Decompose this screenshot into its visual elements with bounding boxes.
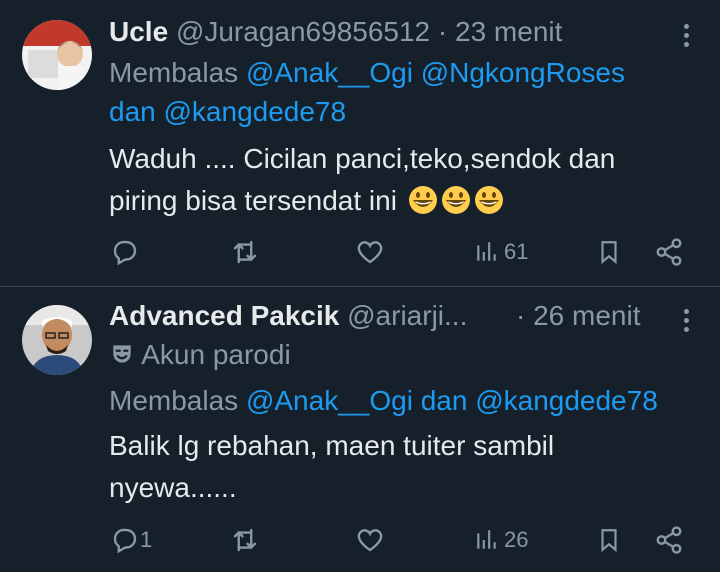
mention-link[interactable]: @kangdede78 <box>164 96 347 127</box>
mention-link[interactable]: @kangdede78 <box>475 385 658 416</box>
retweet-icon <box>233 528 257 552</box>
like-button[interactable] <box>355 232 385 272</box>
share-button[interactable] <box>654 232 684 272</box>
user-handle[interactable]: @ariarji... <box>347 300 467 331</box>
heart-icon <box>357 241 383 264</box>
reply-button[interactable] <box>110 232 144 272</box>
avatar[interactable] <box>22 305 92 375</box>
tweet-actions: 61 <box>0 232 720 272</box>
reply-context-line2: dan @kangdede78 <box>109 94 346 130</box>
reply-button[interactable]: 1 <box>110 520 152 560</box>
parody-label: Akun parodi <box>141 339 291 370</box>
reply-icon <box>113 528 137 554</box>
theater-mask-icon <box>109 340 135 376</box>
display-name[interactable]: Advanced Pakcik <box>109 300 339 331</box>
views-button[interactable]: 26 <box>474 520 528 560</box>
more-options-icon[interactable] <box>684 24 690 51</box>
tweet-text-line: nyewa...... <box>109 472 237 503</box>
heart-icon <box>357 529 383 552</box>
display-name[interactable]: Ucle <box>109 16 168 47</box>
share-icon <box>656 238 682 266</box>
reply-icon <box>113 240 137 266</box>
timestamp[interactable]: · 23 menit <box>438 16 563 47</box>
reply-context: Membalas @Anak__Ogi @NgkongRoses <box>109 55 625 91</box>
view-count: 26 <box>504 527 529 552</box>
like-button[interactable] <box>355 520 385 560</box>
more-options-icon[interactable] <box>684 309 690 336</box>
bookmark-button[interactable] <box>596 520 622 560</box>
user-handle[interactable]: @Juragan69856512 <box>176 16 430 47</box>
account-label: Akun parodi <box>109 337 291 376</box>
analytics-icon <box>477 530 496 549</box>
timestamp[interactable]: · 26 menit <box>516 298 641 334</box>
tweet-text-line: Balik lg rebahan, maen tuiter sambil <box>109 430 555 461</box>
share-icon <box>656 526 682 554</box>
bookmark-button[interactable] <box>596 232 622 272</box>
retweet-button[interactable] <box>229 232 261 272</box>
retweet-button[interactable] <box>229 520 261 560</box>
tweet-header: Advanced Pakcik @ariarji... <box>109 298 467 334</box>
mention-link[interactable]: @Anak__Ogi <box>246 385 413 416</box>
reply-count: 1 <box>140 527 153 552</box>
bookmark-icon <box>601 241 617 265</box>
grinning-face-icon <box>408 186 437 214</box>
avatar[interactable] <box>22 20 92 90</box>
view-count: 61 <box>504 239 529 264</box>
mention-link[interactable]: @Anak__Ogi @NgkongRoses <box>246 57 625 88</box>
tweet-actions: 1 26 <box>0 520 720 560</box>
emoji-group <box>407 184 507 225</box>
share-button[interactable] <box>654 520 684 560</box>
reply-prefix: Membalas <box>109 385 239 416</box>
reply-and: dan <box>109 96 156 127</box>
reply-context: Membalas @Anak__Ogi dan @kangdede78 <box>109 383 658 419</box>
bookmark-icon <box>601 529 617 553</box>
tweet[interactable]: Ucle @Juragan69856512 · 23 menit Membala… <box>0 0 720 286</box>
tweet-text-line: Waduh .... Cicilan panci,teko,sendok dan <box>109 143 616 174</box>
reply-prefix: Membalas <box>109 57 239 88</box>
tweet[interactable]: Advanced Pakcik @ariarji... · 26 menit A… <box>0 287 720 572</box>
reply-and: dan <box>420 385 468 416</box>
analytics-icon <box>477 242 496 261</box>
tweet-text-line: piring bisa tersendat ini <box>109 183 507 225</box>
retweet-icon <box>233 240 257 264</box>
tweet-text: piring bisa tersendat ini <box>109 185 397 216</box>
tweet-header: Ucle @Juragan69856512 · 23 menit <box>109 14 562 50</box>
views-button[interactable]: 61 <box>474 232 528 272</box>
